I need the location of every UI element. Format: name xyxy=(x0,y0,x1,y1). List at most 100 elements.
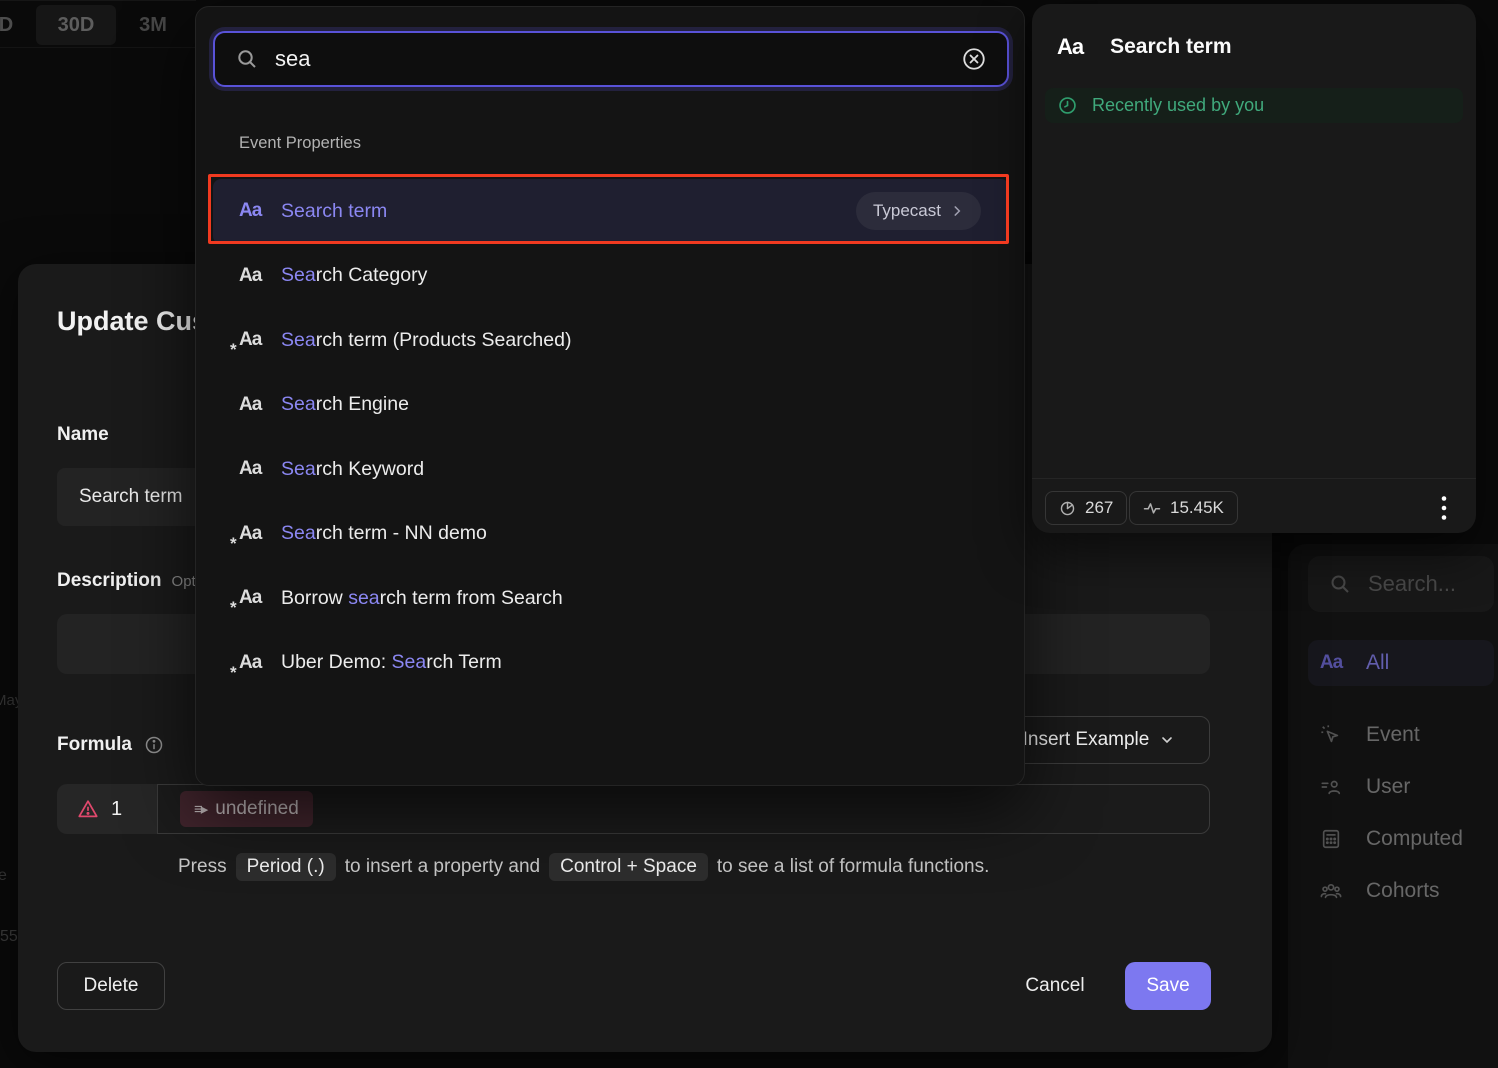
section-header: Event Properties xyxy=(239,134,361,153)
result-text: rch Term xyxy=(426,651,502,673)
match-text: sea xyxy=(348,587,379,609)
property-type-sidebar: Aa All Event User Computed xyxy=(1288,544,1498,1068)
text-property-icon: Aa xyxy=(239,265,281,287)
match-text: Sea xyxy=(281,522,316,544)
sidebar-item-label: Cohorts xyxy=(1366,879,1440,903)
result-text: rch term xyxy=(316,200,388,222)
badge-label: Recently used by you xyxy=(1092,95,1264,116)
formula-help-text: Press Period (.) to insert a property an… xyxy=(178,853,989,881)
tab-3m[interactable]: 3M xyxy=(122,5,184,45)
formula-error-counter: 1 xyxy=(57,784,157,834)
token-label: undefined xyxy=(215,798,298,820)
typecast-label: Typecast xyxy=(873,201,941,221)
formula-label: Formula xyxy=(57,734,132,756)
match-text: Sea xyxy=(281,264,316,286)
property-detail-panel: Aa Search term Recently used by you 267 … xyxy=(1032,4,1476,533)
result-row-search-category[interactable]: Aa Search Category xyxy=(213,244,1009,309)
name-label: Name xyxy=(57,424,109,446)
sidebar-item-label: Computed xyxy=(1366,827,1463,851)
sidebar-item-all[interactable]: Aa All xyxy=(1308,640,1494,686)
recently-used-badge: Recently used by you xyxy=(1045,88,1463,123)
result-text: rch term from Search xyxy=(380,587,563,609)
match-text: Sea xyxy=(281,458,316,480)
pie-chart-icon xyxy=(1059,500,1076,517)
date-range-tabs: D 30D 3M xyxy=(0,0,196,48)
dropdown-search-field[interactable] xyxy=(213,31,1009,87)
formula-label-row: Formula xyxy=(57,734,164,756)
search-results-list: Aa Search term Typecast Aa Search Catego… xyxy=(213,179,1009,695)
detail-footer-divider xyxy=(1032,478,1476,479)
result-row-uber-demo-search-term[interactable]: Aa Uber Demo: Search Term xyxy=(213,631,1009,696)
search-icon xyxy=(1328,572,1352,596)
match-text: Sea xyxy=(281,200,316,222)
info-icon[interactable] xyxy=(144,735,164,755)
result-text: rch term - NN demo xyxy=(316,522,487,544)
detail-title: Search term xyxy=(1110,35,1231,59)
calculator-icon xyxy=(1318,828,1344,850)
chevron-down-icon xyxy=(1159,732,1175,748)
custom-text-property-icon: Aa xyxy=(239,329,281,351)
sidebar-search-input[interactable] xyxy=(1368,571,1468,597)
insert-example-label: Insert Example xyxy=(1023,729,1150,751)
result-text: Uber Demo: xyxy=(281,651,392,673)
tab-30d[interactable]: 30D xyxy=(36,5,116,45)
search-icon xyxy=(235,47,259,71)
cohorts-icon xyxy=(1318,880,1344,902)
result-text: rch Category xyxy=(316,264,428,286)
clock-icon xyxy=(1057,95,1078,116)
text-property-icon: Aa xyxy=(1057,34,1083,60)
tab-date-partial[interactable]: D xyxy=(0,5,28,45)
event-volume: 15.45K xyxy=(1170,498,1224,518)
result-text: rch Keyword xyxy=(316,458,424,480)
detail-title-row: Aa Search term xyxy=(1057,34,1232,60)
user-icon xyxy=(1318,776,1344,798)
custom-text-property-icon: Aa xyxy=(239,587,281,609)
undefined-token: ≡▸ undefined xyxy=(180,791,313,827)
chart-tick-fragment: 55 xyxy=(0,928,18,946)
sidebar-item-user[interactable]: User xyxy=(1308,764,1494,810)
kebab-menu-icon[interactable] xyxy=(1424,491,1464,525)
save-button[interactable]: Save xyxy=(1125,962,1211,1010)
typecast-button[interactable]: Typecast xyxy=(856,192,981,230)
sidebar-item-computed[interactable]: Computed xyxy=(1308,816,1494,862)
result-row-search-keyword[interactable]: Aa Search Keyword xyxy=(213,437,1009,502)
match-text: Sea xyxy=(281,393,316,415)
custom-text-property-icon: Aa xyxy=(239,523,281,545)
result-text: rch term (Products Searched) xyxy=(316,329,572,351)
pulse-icon xyxy=(1143,499,1161,517)
sample-count-pill[interactable]: 267 xyxy=(1045,491,1127,525)
event-volume-pill[interactable]: 15.45K xyxy=(1129,491,1238,525)
clear-search-icon[interactable] xyxy=(961,46,987,72)
result-text: Borrow xyxy=(281,587,348,609)
error-count: 1 xyxy=(111,798,122,821)
custom-text-property-icon: Aa xyxy=(239,652,281,674)
property-search-dropdown: Event Properties Aa Search term Typecast… xyxy=(195,6,1025,786)
sidebar-item-label: User xyxy=(1366,775,1410,799)
result-row-search-term-products[interactable]: Aa Search term (Products Searched) xyxy=(213,308,1009,373)
warning-icon xyxy=(77,798,99,820)
sidebar-search[interactable] xyxy=(1308,556,1494,612)
text-property-icon: Aa xyxy=(239,458,281,480)
text-property-icon: Aa xyxy=(239,394,281,416)
result-row-search-term-nn-demo[interactable]: Aa Search term - NN demo xyxy=(213,502,1009,567)
result-row-search-term[interactable]: Aa Search term Typecast xyxy=(213,179,1009,244)
text-type-icon: Aa xyxy=(1318,652,1344,674)
result-row-search-engine[interactable]: Aa Search Engine xyxy=(213,373,1009,438)
sidebar-item-cohorts[interactable]: Cohorts xyxy=(1308,868,1494,914)
text-property-icon: Aa xyxy=(239,200,281,222)
help-end: to see a list of formula functions. xyxy=(717,856,989,878)
description-label-text: Description xyxy=(57,570,162,591)
dropdown-search-input[interactable] xyxy=(275,46,945,72)
result-row-borrow-search-term[interactable]: Aa Borrow search term from Search xyxy=(213,566,1009,631)
cancel-button[interactable]: Cancel xyxy=(995,962,1115,1010)
sidebar-item-label: Event xyxy=(1366,723,1420,747)
match-text: Sea xyxy=(392,651,427,673)
sidebar-item-label: All xyxy=(1366,651,1389,675)
sidebar-item-event[interactable]: Event xyxy=(1308,712,1494,758)
formula-input[interactable]: ≡▸ undefined xyxy=(157,784,1210,834)
help-mid: to insert a property and xyxy=(345,856,540,878)
kbd-control-space: Control + Space xyxy=(549,853,708,881)
chart-label-fragment: e xyxy=(0,867,7,885)
delete-button[interactable]: Delete xyxy=(57,962,165,1010)
chevron-right-icon xyxy=(950,204,964,218)
